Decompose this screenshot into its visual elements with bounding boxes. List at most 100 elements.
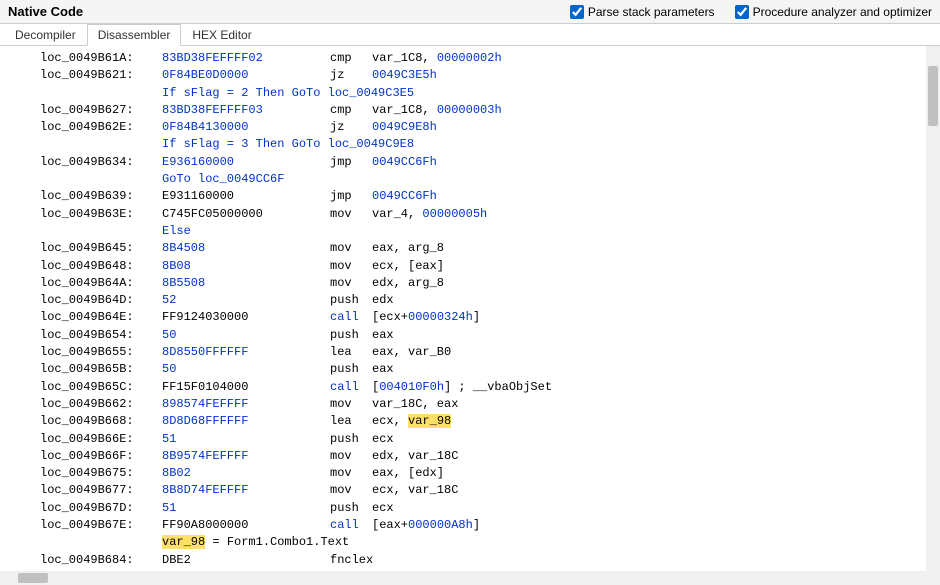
code-line[interactable]: loc_0049B648:8B08movecx, [eax] (40, 258, 940, 275)
code-line[interactable]: loc_0049B64D:52pushedx (40, 292, 940, 309)
code-line[interactable]: loc_0049B662:898574FEFFFFmovvar_18C, eax (40, 396, 940, 413)
code-hex: 8D8550FFFFFF (162, 344, 330, 361)
header-bar: Native Code Parse stack parameters Proce… (0, 0, 940, 24)
code-address: loc_0049B677: (40, 482, 162, 499)
code-operands: [ecx+00000324h] (372, 309, 480, 326)
code-line[interactable]: GoTo loc_0049CC6F (40, 171, 940, 188)
code-hex: E936160000 (162, 154, 330, 171)
parse-stack-checkbox-group[interactable]: Parse stack parameters (570, 5, 715, 19)
code-address: loc_0049B64D: (40, 292, 162, 309)
code-line[interactable]: Else (40, 223, 940, 240)
proc-analyzer-checkbox[interactable] (735, 5, 749, 19)
code-operands: edx (372, 292, 394, 309)
horizontal-scrollbar[interactable] (0, 571, 926, 585)
code-operands: eax (372, 327, 394, 344)
code-address: loc_0049B65C: (40, 379, 162, 396)
code-operands: ecx (372, 431, 394, 448)
code-hex: 50 (162, 361, 330, 378)
code-operands: var_18C, eax (372, 396, 458, 413)
code-hex: 8B08 (162, 258, 330, 275)
code-mnemonic: push (330, 361, 372, 378)
code-operands: ecx, var_98 (372, 413, 451, 430)
tab-hex-editor[interactable]: HEX Editor (181, 24, 262, 45)
proc-analyzer-checkbox-group[interactable]: Procedure analyzer and optimizer (735, 5, 932, 19)
vertical-scrollbar-thumb[interactable] (928, 66, 938, 126)
code-line[interactable]: loc_0049B621:0F84BE0D0000jz0049C3E5h (40, 67, 940, 84)
code-line[interactable]: loc_0049B67E:FF90A8000000call[eax+000000… (40, 517, 940, 534)
code-line[interactable]: loc_0049B63E:C745FC05000000movvar_4, 000… (40, 206, 940, 223)
code-line[interactable]: If sFlag = 2 Then GoTo loc_0049C3E5 (40, 85, 940, 102)
code-operands: ecx, var_18C (372, 482, 458, 499)
code-hex: 50 (162, 327, 330, 344)
code-line[interactable]: loc_0049B634:E936160000jmp0049CC6Fh (40, 154, 940, 171)
code-hex: 8B5508 (162, 275, 330, 292)
code-address: loc_0049B627: (40, 102, 162, 119)
code-mnemonic: push (330, 327, 372, 344)
code-comment: GoTo loc_0049CC6F (40, 171, 284, 188)
code-hex: 8D8D68FFFFFF (162, 413, 330, 430)
code-line[interactable]: var_98 = Form1.Combo1.Text (40, 534, 940, 551)
proc-analyzer-label: Procedure analyzer and optimizer (753, 5, 932, 19)
code-line[interactable]: loc_0049B65C:FF15F0104000call[004010F0h]… (40, 379, 940, 396)
vertical-scrollbar[interactable] (926, 46, 940, 585)
code-address: loc_0049B668: (40, 413, 162, 430)
code-operands: 0049C9E8h (372, 119, 437, 136)
code-hex: 898574FEFFFF (162, 396, 330, 413)
code-line[interactable]: loc_0049B684:DBE2fnclex (40, 552, 940, 569)
tab-disassembler[interactable]: Disassembler (87, 24, 182, 46)
tab-decompiler[interactable]: Decompiler (4, 24, 87, 45)
code-line[interactable]: loc_0049B62E:0F84B4130000jz0049C9E8h (40, 119, 940, 136)
code-mnemonic: mov (330, 275, 372, 292)
code-mnemonic: lea (330, 413, 372, 430)
code-mnemonic: push (330, 431, 372, 448)
disassembly-view[interactable]: loc_0049B61A:83BD38FEFFFF02cmpvar_1C8, 0… (0, 46, 940, 585)
code-line[interactable]: loc_0049B64E:FF9124030000call[ecx+000003… (40, 309, 940, 326)
code-line[interactable]: loc_0049B66F:8B9574FEFFFFmovedx, var_18C (40, 448, 940, 465)
code-line[interactable]: loc_0049B67D:51pushecx (40, 500, 940, 517)
code-line[interactable]: loc_0049B66E:51pushecx (40, 431, 940, 448)
code-hex: 51 (162, 500, 330, 517)
code-mnemonic: jmp (330, 188, 372, 205)
code-address: loc_0049B63E: (40, 206, 162, 223)
code-operands: var_1C8, 00000002h (372, 50, 502, 67)
code-operands: 0049CC6Fh (372, 154, 437, 171)
code-line[interactable]: loc_0049B639:E931160000jmp0049CC6Fh (40, 188, 940, 205)
code-operands: ecx, [eax] (372, 258, 444, 275)
code-mnemonic: mov (330, 240, 372, 257)
code-mnemonic: mov (330, 206, 372, 223)
code-hex: 83BD38FEFFFF03 (162, 102, 330, 119)
code-line[interactable]: loc_0049B65B:50pusheax (40, 361, 940, 378)
code-line[interactable]: loc_0049B654:50pusheax (40, 327, 940, 344)
code-line[interactable]: loc_0049B655:8D8550FFFFFFleaeax, var_B0 (40, 344, 940, 361)
code-line[interactable]: loc_0049B61A:83BD38FEFFFF02cmpvar_1C8, 0… (40, 50, 940, 67)
code-address: loc_0049B66E: (40, 431, 162, 448)
tab-bar: Decompiler Disassembler HEX Editor (0, 24, 940, 46)
code-line[interactable]: loc_0049B64A:8B5508movedx, arg_8 (40, 275, 940, 292)
code-address: loc_0049B639: (40, 188, 162, 205)
code-operands: eax, [edx] (372, 465, 444, 482)
code-address: loc_0049B675: (40, 465, 162, 482)
code-address: loc_0049B648: (40, 258, 162, 275)
code-mnemonic: mov (330, 482, 372, 499)
code-mnemonic: call (330, 517, 372, 534)
code-mnemonic: push (330, 500, 372, 517)
code-line[interactable]: loc_0049B645:8B4508moveax, arg_8 (40, 240, 940, 257)
code-mnemonic: call (330, 309, 372, 326)
code-mnemonic: call (330, 379, 372, 396)
code-hex: FF9124030000 (162, 309, 330, 326)
parse-stack-label: Parse stack parameters (588, 5, 715, 19)
code-mnemonic: cmp (330, 50, 372, 67)
code-line[interactable]: If sFlag = 3 Then GoTo loc_0049C9E8 (40, 136, 940, 153)
code-line[interactable]: loc_0049B675:8B02moveax, [edx] (40, 465, 940, 482)
code-line[interactable]: loc_0049B627:83BD38FEFFFF03cmpvar_1C8, 0… (40, 102, 940, 119)
code-hex: 8B4508 (162, 240, 330, 257)
code-address: loc_0049B66F: (40, 448, 162, 465)
parse-stack-checkbox[interactable] (570, 5, 584, 19)
code-mnemonic: push (330, 292, 372, 309)
horizontal-scrollbar-thumb[interactable] (18, 573, 48, 583)
code-address: loc_0049B684: (40, 552, 162, 569)
code-line[interactable]: loc_0049B668:8D8D68FFFFFFleaecx, var_98 (40, 413, 940, 430)
code-operands: 0049C3E5h (372, 67, 437, 84)
code-line[interactable]: loc_0049B677:8B8D74FEFFFFmovecx, var_18C (40, 482, 940, 499)
code-operands: eax (372, 361, 394, 378)
